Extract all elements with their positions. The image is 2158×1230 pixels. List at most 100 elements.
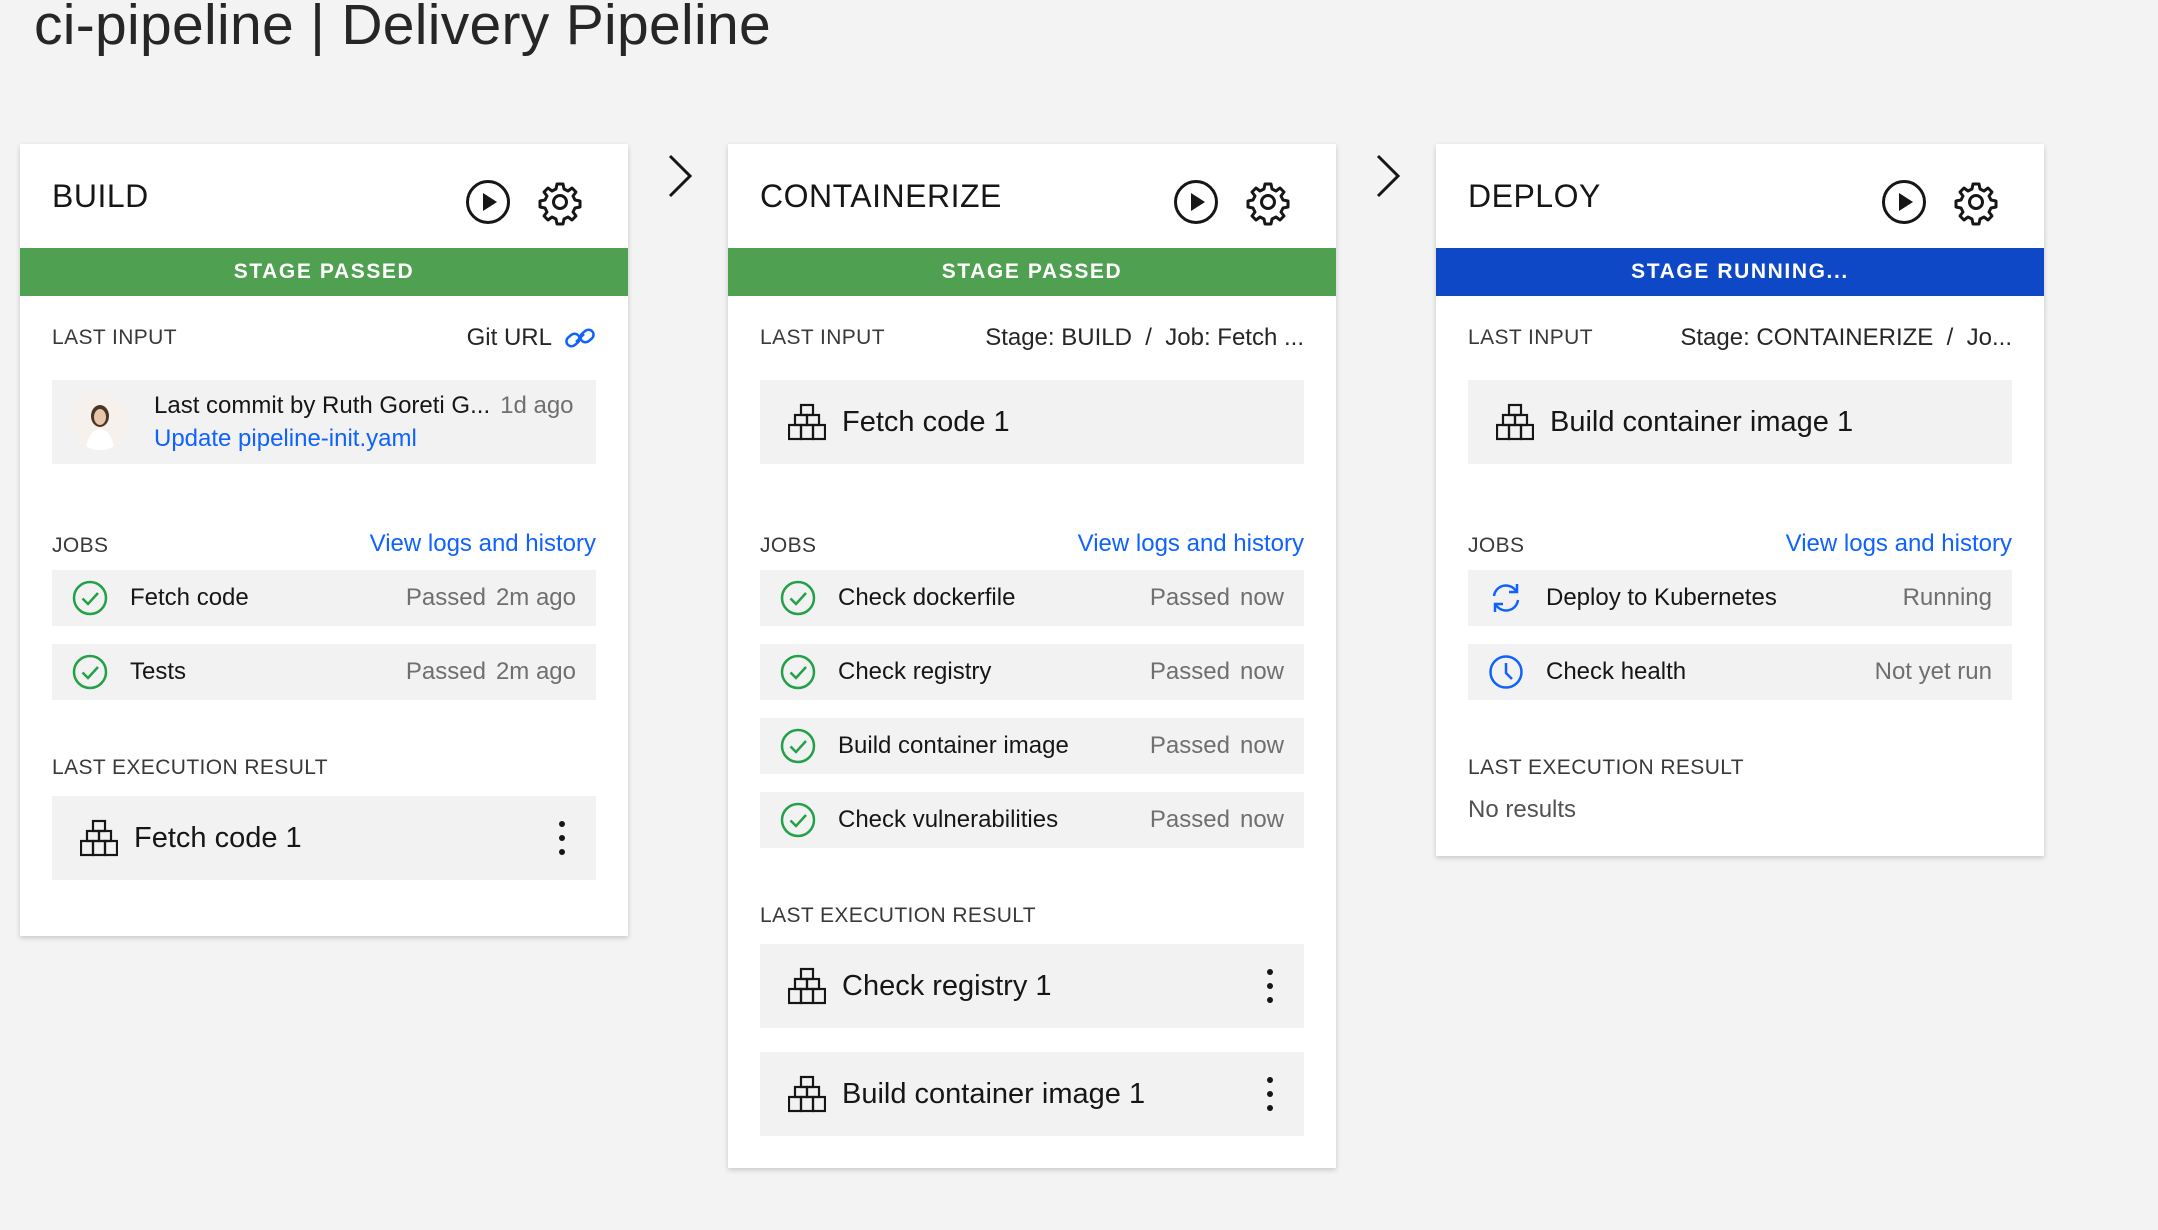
job-name: Fetch code [130,584,249,611]
job-time: now [1239,732,1284,759]
job-name: Check registry [838,658,992,685]
stage-status-bar: STAGE RUNNING... [1436,248,2044,296]
result-tile[interactable]: Check registry 1 [760,944,1304,1028]
job-time: now [1239,658,1284,685]
view-logs-link[interactable]: View logs and history [1078,530,1304,558]
job-row[interactable]: Tests Passed 2m ago [52,644,596,700]
blocks-icon [788,403,826,441]
last-commit-tile: Last commit by Ruth Goreti G... 1d ago Up… [52,380,596,464]
job-name: Check vulnerabilities [838,806,1059,833]
link-icon [565,328,595,348]
job-status: Passed [1149,732,1230,759]
last-input-label: LAST INPUT [1468,326,1593,349]
check-circle-icon [780,654,816,690]
overflow-menu-icon[interactable] [1264,1074,1276,1114]
job-time: now [1239,584,1284,611]
avatar [72,394,128,450]
blocks-icon [788,967,826,1005]
result-label: LAST EXECUTION RESULT [1468,756,1745,779]
commit-author: Last commit by Ruth Goreti G... [154,392,491,419]
no-results-text: No results [1468,796,1577,823]
job-name: Deploy to Kubernetes [1546,584,1777,611]
job-status: Running [1902,584,1992,611]
stage-header: BUILD [20,144,628,248]
job-name: Tests [130,658,187,685]
commit-message-link[interactable]: Update pipeline-init.yaml [154,425,417,453]
stage-name: BUILD [52,178,149,214]
gear-icon[interactable] [1952,178,2000,226]
clock-icon [1489,655,1523,689]
job-row[interactable]: Check vulnerabilities Passed now [760,792,1304,848]
input-name: Fetch code 1 [842,405,1010,438]
last-input-source: Stage: BUILD / Job: Fetch ... [985,324,1304,351]
stage-name: CONTAINERIZE [760,178,1002,214]
job-row[interactable]: Check dockerfile Passed now [760,570,1304,626]
stage-card-containerize: CONTAINERIZE STAGE PASSED LAST INPUT Sta… [728,144,1336,1168]
input-tile[interactable]: Build container image 1 [1468,380,2012,464]
view-logs-link[interactable]: View logs and history [1786,530,2012,558]
result-tile[interactable]: Fetch code 1 [52,796,596,880]
job-status: Passed [405,584,486,611]
play-icon[interactable] [1880,178,1928,226]
job-row[interactable]: Check health Not yet run [1468,644,2012,700]
job-name: Check dockerfile [838,584,1016,611]
job-time: 2m ago [495,658,576,685]
jobs-label: JOBS [1468,534,1525,557]
job-row[interactable]: Deploy to Kubernetes Running [1468,570,2012,626]
job-status: Passed [1149,806,1230,833]
result-name: Check registry 1 [842,969,1052,1002]
play-icon[interactable] [1172,178,1220,226]
job-time: 2m ago [495,584,576,611]
blocks-icon [1496,403,1534,441]
last-input-label: LAST INPUT [760,326,885,349]
result-label: LAST EXECUTION RESULT [760,904,1037,927]
jobs-label: JOBS [760,534,817,557]
job-row[interactable]: Build container image Passed now [760,718,1304,774]
job-status: Not yet run [1874,658,1992,685]
chevron-right-icon [668,154,693,198]
result-label: LAST EXECUTION RESULT [52,756,329,779]
job-name: Build container image [838,732,1069,759]
input-name: Build container image 1 [1550,405,1854,438]
overflow-menu-icon[interactable] [1264,966,1276,1006]
play-icon[interactable] [464,178,512,226]
job-row[interactable]: Fetch code Passed 2m ago [52,570,596,626]
git-url-link[interactable]: Git URL [467,324,596,352]
check-circle-icon [780,802,816,838]
jobs-label: JOBS [52,534,109,557]
result-name: Fetch code 1 [134,821,302,854]
git-url-label: Git URL [466,324,552,351]
sync-icon [1492,584,1520,612]
page-title: ci-pipeline | Delivery Pipeline [34,0,771,57]
check-circle-icon [780,580,816,616]
check-circle-icon [780,728,816,764]
check-circle-icon [72,654,108,690]
overflow-menu-icon[interactable] [556,818,568,858]
blocks-icon [788,1075,826,1113]
stage-card-deploy: DEPLOY STAGE RUNNING... LAST INPUT Stage… [1436,144,2044,856]
job-status: Passed [1149,584,1230,611]
last-input-label: LAST INPUT [52,326,177,349]
view-logs-link[interactable]: View logs and history [370,530,596,558]
check-circle-icon [72,580,108,616]
job-status: Passed [405,658,486,685]
stage-name: DEPLOY [1468,178,1601,214]
last-input-source: Stage: CONTAINERIZE / Jo... [1680,324,2012,351]
job-row[interactable]: Check registry Passed now [760,644,1304,700]
job-name: Check health [1546,658,1687,685]
stage-card-build: BUILD STAGE PASSED LAST INPUT Git URL La… [20,144,628,936]
stage-status-bar: STAGE PASSED [728,248,1336,296]
gear-icon[interactable] [536,178,584,226]
job-status: Passed [1149,658,1230,685]
input-tile[interactable]: Fetch code 1 [760,380,1304,464]
gear-icon[interactable] [1244,178,1292,226]
result-name: Build container image 1 [842,1077,1146,1110]
commit-ago: 1d ago [500,392,574,419]
stage-header: DEPLOY [1436,144,2044,248]
result-tile[interactable]: Build container image 1 [760,1052,1304,1136]
job-time: now [1239,806,1284,833]
stage-status-bar: STAGE PASSED [20,248,628,296]
chevron-right-icon [1376,154,1401,198]
stage-header: CONTAINERIZE [728,144,1336,248]
blocks-icon [80,819,118,857]
